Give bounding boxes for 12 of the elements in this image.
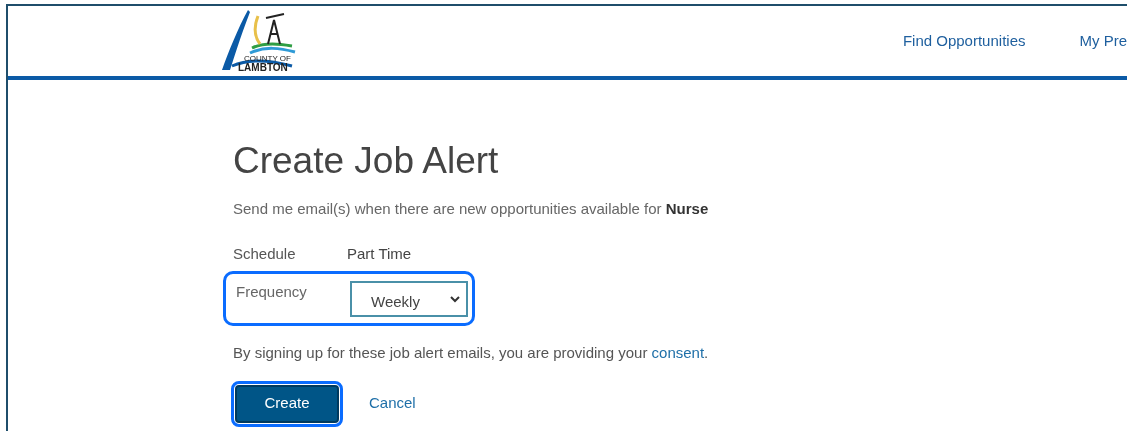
cancel-link[interactable]: Cancel <box>369 392 416 415</box>
page-title: Create Job Alert <box>233 142 500 179</box>
schedule-label: Schedule <box>233 243 297 264</box>
consent-text: By signing up for these job alert emails, you are providing your consent. <box>233 343 710 363</box>
schedule-value: Part Time <box>347 243 412 264</box>
nav-link[interactable]: My Pre <box>1079 29 1127 53</box>
frequency-label: Frequency <box>236 282 308 302</box>
logo-title: LAMBTON <box>238 63 289 73</box>
intro-text: Send me email(s) when there are new opportunities available for Nurse <box>233 199 710 219</box>
chevron-down-icon <box>450 295 460 303</box>
nav-link[interactable]: Find Opportunities <box>902 29 1026 53</box>
frequency-select[interactable]: Weekly <box>350 281 468 317</box>
